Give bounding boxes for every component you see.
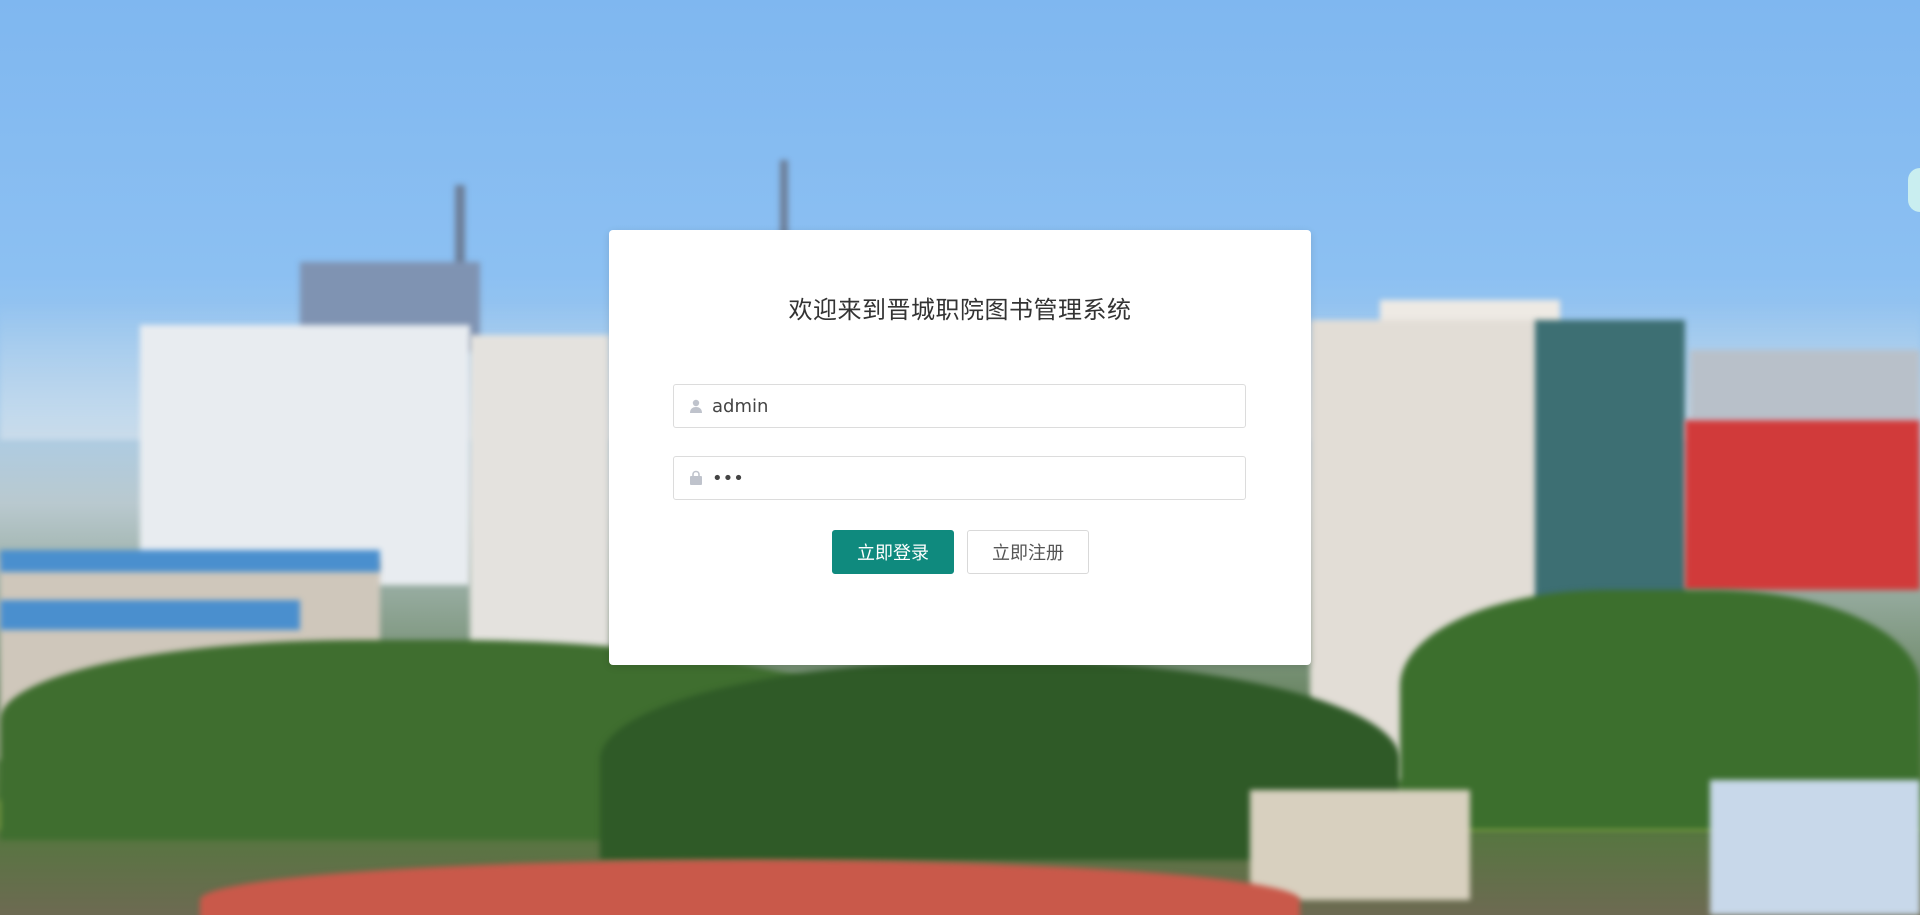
password-field[interactable] [673, 456, 1246, 500]
login-button[interactable]: 立即登录 [832, 530, 954, 574]
username-field[interactable] [673, 384, 1246, 428]
login-card: 欢迎来到晋城职院图书管理系统 立即登录 立即注册 [609, 230, 1311, 665]
side-floating-handle[interactable] [1908, 168, 1920, 212]
password-input[interactable] [712, 457, 1232, 499]
username-input[interactable] [712, 385, 1232, 427]
lock-icon [688, 470, 704, 486]
register-button[interactable]: 立即注册 [967, 530, 1089, 574]
page-title: 欢迎来到晋城职院图书管理系统 [788, 296, 1132, 324]
user-icon [688, 398, 704, 414]
